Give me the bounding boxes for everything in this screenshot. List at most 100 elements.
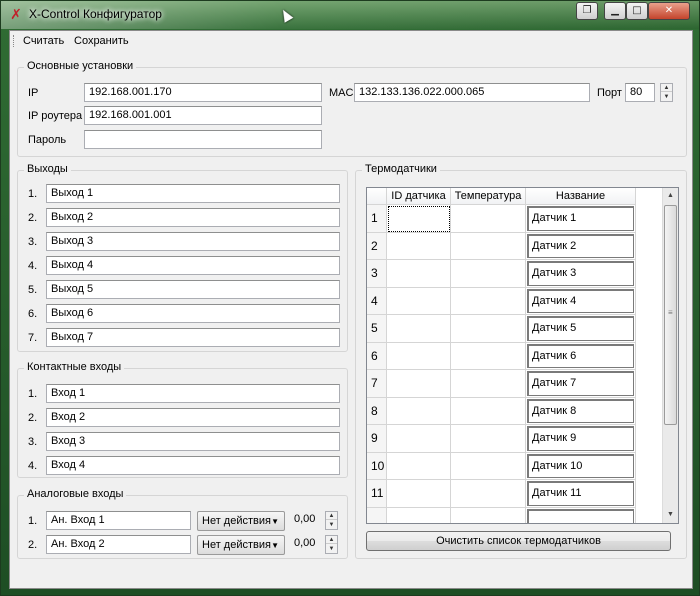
output-name-field[interactable]: Выход 5 — [46, 280, 340, 299]
sensor-name-editor[interactable]: Датчик 2 — [527, 233, 634, 258]
sensor-name-editor[interactable]: Датчик 5 — [527, 316, 634, 341]
output-name-field[interactable]: Выход 6 — [46, 304, 340, 323]
port-field[interactable]: 80 — [625, 83, 655, 102]
table-cell-id[interactable] — [387, 480, 451, 508]
minimize-button[interactable]: ▁ — [604, 2, 626, 20]
table-row-header[interactable]: 5 — [367, 315, 387, 343]
close-button[interactable]: ✕ — [648, 2, 690, 20]
scroll-down-icon[interactable]: ▼ — [663, 507, 678, 523]
table-cell-name[interactable]: Датчик 5 — [526, 315, 636, 343]
spin-up-icon[interactable]: ▲ — [326, 536, 337, 544]
spin-down-icon[interactable]: ▼ — [326, 545, 337, 553]
table-cell-temp[interactable] — [451, 342, 526, 370]
table-cell-name[interactable]: Датчик 3 — [526, 260, 636, 288]
scroll-thumb[interactable]: ≡ — [664, 205, 677, 425]
sensor-name-editor[interactable]: Датчик 1 — [527, 206, 634, 231]
table-cell-id[interactable] — [387, 425, 451, 453]
sensor-name-editor[interactable]: Датчик 10 — [527, 453, 634, 478]
table-cell-name[interactable]: Датчик 6 — [526, 342, 636, 370]
port-stepper[interactable]: ▲ ▼ — [660, 83, 673, 102]
table-cell-name[interactable]: Датчик 8 — [526, 397, 636, 425]
table-cell-id[interactable] — [387, 342, 451, 370]
spin-down-icon[interactable]: ▼ — [326, 521, 337, 529]
table-cell-id[interactable] — [387, 260, 451, 288]
sensor-name-editor[interactable] — [527, 508, 634, 523]
contact-input-name-field[interactable]: Вход 4 — [46, 456, 340, 475]
table-row-header[interactable] — [367, 507, 387, 523]
table-row-header[interactable]: 9 — [367, 425, 387, 453]
table-cell-temp[interactable] — [451, 425, 526, 453]
sensor-name-editor[interactable]: Датчик 6 — [527, 343, 634, 368]
spin-up-icon[interactable]: ▲ — [661, 84, 672, 92]
table-cell-id[interactable] — [387, 205, 451, 233]
mac-field[interactable]: 132.133.136.022.000.065 — [354, 83, 590, 102]
table-cell-id[interactable] — [387, 452, 451, 480]
table-cell-temp[interactable] — [451, 480, 526, 508]
table-cell-name[interactable]: Датчик 1 — [526, 205, 636, 233]
table-row-header[interactable]: 11 — [367, 480, 387, 508]
output-name-field[interactable]: Выход 4 — [46, 256, 340, 275]
table-cell-temp[interactable] — [451, 315, 526, 343]
analog-action-select[interactable]: Нет действия ▼ — [197, 535, 285, 555]
table-cell-temp[interactable] — [451, 232, 526, 260]
table-cell-id[interactable] — [387, 232, 451, 260]
output-name-field[interactable]: Выход 2 — [46, 208, 340, 227]
table-row-header[interactable]: 1 — [367, 205, 387, 233]
sensor-name-editor[interactable]: Датчик 7 — [527, 371, 634, 396]
sensor-name-editor[interactable]: Датчик 8 — [527, 398, 634, 423]
contact-input-name-field[interactable]: Вход 2 — [46, 408, 340, 427]
table-cell-name[interactable]: Датчик 10 — [526, 452, 636, 480]
menu-item-save[interactable]: Сохранить — [71, 34, 132, 48]
ip-field[interactable]: 192.168.001.170 — [84, 83, 322, 102]
table-corner[interactable] — [367, 188, 387, 205]
table-cell-name[interactable]: Датчик 2 — [526, 232, 636, 260]
table-row-header[interactable]: 10 — [367, 452, 387, 480]
restore-icon-button[interactable]: ❐ — [576, 2, 598, 20]
table-row-header[interactable]: 6 — [367, 342, 387, 370]
sensor-name-editor[interactable]: Датчик 9 — [527, 426, 634, 451]
table-column-header[interactable]: Название — [526, 188, 636, 205]
clear-sensors-button[interactable]: Очистить список термодатчиков — [366, 531, 671, 551]
table-row-header[interactable]: 2 — [367, 232, 387, 260]
table-column-header[interactable]: Температура — [451, 188, 526, 205]
analog-input-name-field[interactable]: Ан. Вход 2 — [46, 535, 191, 554]
spin-down-icon[interactable]: ▼ — [661, 93, 672, 101]
title-bar[interactable]: ✗ X-Control Конфигуратор ❐ ▁ □ ✕ — [1, 1, 699, 29]
sensor-name-editor[interactable]: Датчик 11 — [527, 481, 634, 506]
table-cell-name[interactable]: Датчик 9 — [526, 425, 636, 453]
scroll-up-icon[interactable]: ▲ — [663, 188, 678, 204]
table-row-header[interactable]: 4 — [367, 287, 387, 315]
sensor-name-editor[interactable]: Датчик 4 — [527, 288, 634, 313]
analog-value-stepper[interactable]: ▲ ▼ — [325, 511, 338, 530]
table-cell-temp[interactable] — [451, 397, 526, 425]
table-cell-name[interactable] — [526, 507, 636, 523]
spin-up-icon[interactable]: ▲ — [326, 512, 337, 520]
table-cell-id[interactable] — [387, 507, 451, 523]
table-cell-name[interactable]: Датчик 11 — [526, 480, 636, 508]
router-ip-field[interactable]: 192.168.001.001 — [84, 106, 322, 125]
analog-value-stepper[interactable]: ▲ ▼ — [325, 535, 338, 554]
table-cell-id[interactable] — [387, 370, 451, 398]
sensor-name-editor[interactable]: Датчик 3 — [527, 261, 634, 286]
analog-action-select[interactable]: Нет действия ▼ — [197, 511, 285, 531]
table-cell-temp[interactable] — [451, 260, 526, 288]
vertical-scrollbar[interactable]: ▲ ≡ ▼ — [662, 188, 678, 523]
table-cell-temp[interactable] — [451, 507, 526, 523]
contact-input-name-field[interactable]: Вход 3 — [46, 432, 340, 451]
table-cell-temp[interactable] — [451, 370, 526, 398]
output-name-field[interactable]: Выход 1 — [46, 184, 340, 203]
table-cell-name[interactable]: Датчик 4 — [526, 287, 636, 315]
table-row-header[interactable]: 3 — [367, 260, 387, 288]
table-cell-name[interactable]: Датчик 7 — [526, 370, 636, 398]
analog-value-field[interactable]: 0,00 — [290, 535, 322, 554]
analog-input-name-field[interactable]: Ан. Вход 1 — [46, 511, 191, 530]
table-cell-temp[interactable] — [451, 205, 526, 233]
contact-input-name-field[interactable]: Вход 1 — [46, 384, 340, 403]
sensors-table[interactable]: ID датчика Температура Название 1 Датчик 1 2 Д… — [366, 187, 679, 524]
table-row-header[interactable]: 8 — [367, 397, 387, 425]
password-field[interactable] — [84, 130, 322, 149]
table-cell-temp[interactable] — [451, 452, 526, 480]
table-cell-id[interactable] — [387, 287, 451, 315]
output-name-field[interactable]: Выход 3 — [46, 232, 340, 251]
maximize-button[interactable]: □ — [626, 2, 648, 20]
